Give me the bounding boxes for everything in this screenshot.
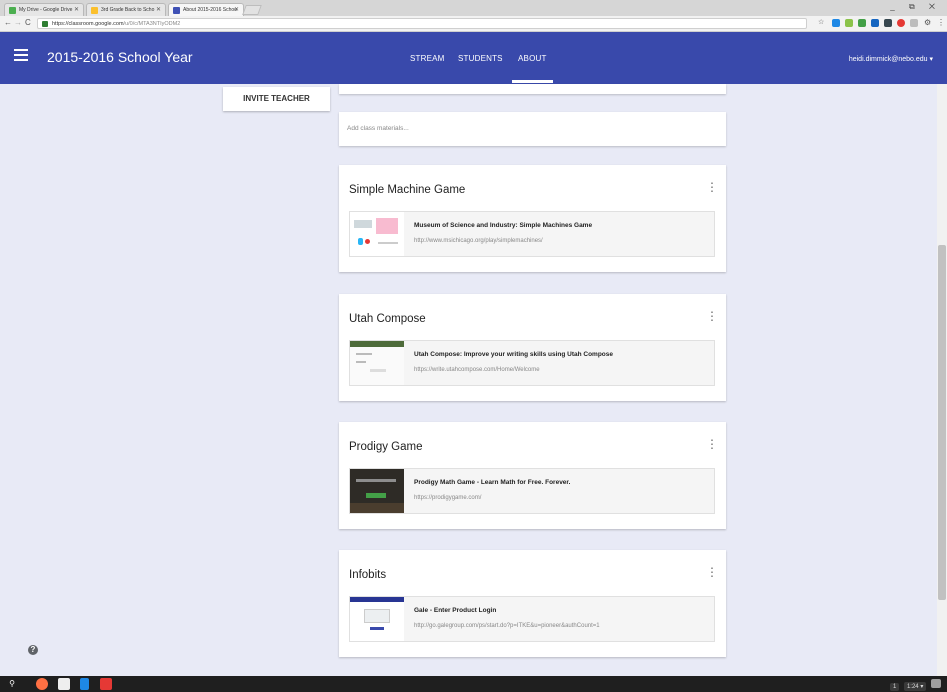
link-thumbnail [350, 469, 404, 513]
window-controls[interactable]: _ ⧉ ✕ [890, 2, 941, 12]
classroom-favicon-icon [173, 7, 180, 14]
system-tray[interactable]: 1 1:24 ▾ [887, 679, 941, 691]
gmail-icon[interactable] [58, 678, 70, 690]
browser-tab-strip: My Drive - Google Drive ✕ 3rd Grade Back… [0, 0, 947, 16]
link-attachment[interactable]: Museum of Science and Industry: Simple M… [349, 211, 715, 257]
close-tab-icon[interactable]: ✕ [234, 6, 239, 13]
account-menu[interactable]: heidi.dimmick@nebo.edu ▾ [849, 55, 933, 63]
extension-icon[interactable] [832, 19, 840, 27]
tab-students[interactable]: STUDENTS [458, 54, 503, 63]
link-url: https://prodigygame.com/ [414, 495, 482, 501]
invite-teacher-button[interactable]: INVITE TEACHER [223, 87, 330, 111]
class-title[interactable]: 2015-2016 School Year [47, 49, 193, 65]
more-options-icon[interactable]: ⋮ [706, 566, 718, 578]
back-icon[interactable]: ← [4, 18, 12, 27]
link-attachment[interactable]: Prodigy Math Game - Learn Math for Free.… [349, 468, 715, 514]
slides-favicon-icon [91, 7, 98, 14]
topic-card-utah-compose: Utah Compose ⋮ Utah Compose: Improve you… [339, 294, 726, 401]
classroom-app-bar: 2015-2016 School Year STREAM STUDENTS AB… [0, 32, 947, 84]
notification-count: 1 [889, 683, 900, 691]
link-title: Utah Compose: Improve your writing skill… [414, 351, 613, 358]
new-tab-button[interactable] [242, 5, 262, 15]
extension-icon[interactable] [858, 19, 866, 27]
chrome-icon[interactable] [36, 678, 48, 690]
link-thumbnail [350, 597, 404, 641]
tab-stream[interactable]: STREAM [410, 54, 445, 63]
forward-icon[interactable]: → [14, 18, 22, 27]
settings-gear-icon[interactable]: ⚙ [924, 18, 931, 27]
browser-tab-title: My Drive - Google Drive [19, 7, 73, 13]
browser-tab-classroom[interactable]: About 2015-2016 Schoo ✕ [168, 3, 244, 16]
menu-dots-icon[interactable]: ⋮ [937, 18, 945, 27]
link-thumbnail [350, 212, 404, 256]
topic-title: Utah Compose [349, 313, 426, 325]
help-icon[interactable]: ? [28, 645, 38, 655]
extension-icon[interactable] [871, 19, 879, 27]
link-thumbnail [350, 341, 404, 385]
topic-title: Prodigy Game [349, 441, 423, 453]
link-title: Museum of Science and Industry: Simple M… [414, 222, 593, 229]
url-path: /u/0/c/MTA3NTIyODM2 [123, 21, 181, 27]
class-info-card [339, 84, 726, 94]
topic-title: Simple Machine Game [349, 184, 466, 196]
os-shelf: ⚲ 1 1:24 ▾ [0, 676, 947, 692]
link-attachment[interactable]: Gale - Enter Product Login http://go.gal… [349, 596, 715, 642]
topic-card-simple-machine-game: Simple Machine Game ⋮ Museum of Science … [339, 165, 726, 272]
browser-toolbar: ← → C https://classroom.google.com/u/0/c… [0, 16, 947, 32]
topic-card-infobits: Infobits ⋮ Gale - Enter Product Login ht… [339, 550, 726, 657]
address-bar[interactable]: https://classroom.google.com/u/0/c/MTA3N… [37, 18, 807, 29]
reload-icon[interactable]: C [25, 18, 31, 27]
more-options-icon[interactable]: ⋮ [706, 310, 718, 322]
drive-favicon-icon [9, 7, 16, 14]
link-title: Gale - Enter Product Login [414, 607, 497, 614]
browser-tab-title: About 2015-2016 Schoo [183, 7, 237, 13]
link-url: http://go.galegroup.com/ps/start.do?p=IT… [414, 623, 600, 629]
browser-tab-slides[interactable]: 3rd Grade Back to Scho ✕ [86, 3, 166, 16]
more-options-icon[interactable]: ⋮ [706, 438, 718, 450]
extension-icon[interactable] [910, 19, 918, 27]
close-tab-icon[interactable]: ✕ [156, 6, 161, 13]
youtube-icon[interactable] [100, 678, 112, 690]
browser-tab-title: 3rd Grade Back to Scho [101, 7, 155, 13]
more-options-icon[interactable]: ⋮ [706, 181, 718, 193]
bookmark-star-icon[interactable]: ☆ [818, 18, 824, 26]
search-icon[interactable]: ⚲ [6, 678, 18, 690]
tab-about[interactable]: ABOUT [512, 54, 553, 83]
extension-icon[interactable] [884, 19, 892, 27]
link-url: https://write.utahcompose.com/Home/Welco… [414, 367, 540, 373]
extension-icon[interactable] [897, 19, 905, 27]
url-host: https://classroom.google.com [52, 21, 124, 27]
avatar [931, 679, 941, 688]
topic-card-prodigy-game: Prodigy Game ⋮ Prodigy Math Game - Learn… [339, 422, 726, 529]
add-class-materials-input[interactable]: Add class materials... [339, 112, 726, 146]
docs-icon[interactable] [80, 678, 89, 690]
browser-tab-drive[interactable]: My Drive - Google Drive ✕ [4, 3, 84, 16]
link-attachment[interactable]: Utah Compose: Improve your writing skill… [349, 340, 715, 386]
topic-title: Infobits [349, 569, 387, 581]
clock-status: 1:24 ▾ [903, 682, 927, 691]
close-tab-icon[interactable]: ✕ [74, 6, 79, 13]
scrollbar-thumb[interactable] [938, 245, 946, 600]
secure-lock-icon [42, 21, 48, 27]
link-title: Prodigy Math Game - Learn Math for Free.… [414, 479, 571, 486]
hamburger-menu-icon[interactable] [14, 49, 28, 61]
extension-icon[interactable] [845, 19, 853, 27]
link-url: http://www.msichicago.org/play/simplemac… [414, 238, 543, 244]
